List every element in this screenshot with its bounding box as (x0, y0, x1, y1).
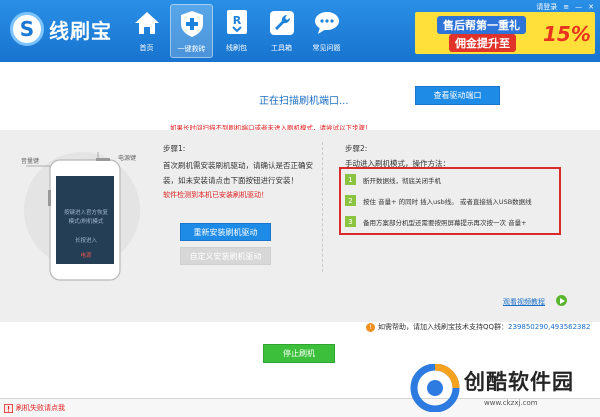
view-port-button[interactable]: 查看驱动端口 (415, 86, 500, 105)
nav-item-rescue[interactable]: 一键救砖 (170, 4, 213, 58)
step1-text: 首次刷机需安装刷机驱动，请确认是否正确安装，如未安装请点击下面按钮进行安装！ (163, 161, 313, 185)
close-icon[interactable]: ✕ (588, 3, 594, 11)
nav-item-toolbox[interactable]: 工具箱 (260, 4, 303, 58)
nav-item-faq[interactable]: 常见问题 (305, 4, 348, 58)
step-text: 备用方案部分机型还需要按照屏幕提示再次按一次 音量+ (363, 218, 527, 227)
rom-package-icon: R (222, 8, 252, 38)
nav-item-rom[interactable]: R 线刷包 (215, 4, 258, 58)
step-number: 3 (345, 216, 356, 227)
step-item: 2 按住 音量+ 的同时 插入usb线。 或者直接插入USB数据线 (345, 195, 532, 206)
step-number: 1 (345, 174, 356, 185)
step1-title: 步骤1: (163, 144, 186, 153)
menu-icon[interactable]: ≡ (563, 3, 569, 11)
minimize-icon[interactable]: — (575, 3, 582, 11)
step2-title: 步骤2: (345, 144, 368, 153)
nav-label-toolbox: 工具箱 (271, 44, 292, 52)
flash-failed-link[interactable]: 刷机失败请点我 (4, 403, 65, 413)
video-tutorial-link[interactable]: 观看视频教程 (503, 297, 545, 307)
volume-key-label: 音量键 (21, 158, 40, 165)
faq-chat-icon (312, 8, 342, 38)
phone-screen-line-2: 模式/刷机模式 (68, 219, 104, 225)
power-key-label: 电源键 (118, 155, 137, 162)
custom-install-driver-button[interactable]: 自定义安装刷机驱动 (180, 247, 271, 265)
promo-line-1: 售后帮第一重礼 (437, 16, 526, 34)
help-line: ! 如需帮助，请加入线刷宝技术支持QQ群： 239850290,49356238… (366, 322, 590, 332)
home-icon (132, 8, 162, 38)
step-number: 2 (345, 195, 356, 206)
steps-highlight-box: 1 断开数据线，彻底关闭手机 2 按住 音量+ 的同时 插入usb线。 或者直接… (339, 167, 561, 235)
step-text: 断开数据线，彻底关闭手机 (363, 176, 441, 185)
driver-detected-text: 软件检测到本机已安装刷机驱动！ (163, 191, 268, 199)
nav-label-home: 首页 (139, 44, 154, 52)
nav-label-faq: 常见问题 (312, 44, 341, 52)
play-icon[interactable] (556, 295, 567, 306)
watermark: 创酷软件园 www.ckzxj.com (408, 360, 600, 417)
top-bar: S 线刷宝 首页 一键救砖 R 线刷包 工具箱 常见问题 请登录 ≡ — ✕ 售… (0, 0, 600, 62)
stop-flash-button[interactable]: 停止刷机 (263, 344, 335, 363)
svg-text:R: R (232, 14, 241, 27)
nav-item-home[interactable]: 首页 (125, 4, 168, 58)
phone-screen-line-1: 按键进入官方恢复 (63, 210, 108, 216)
watermark-url: www.ckzxj.com (484, 399, 538, 407)
help-text: 如需帮助，请加入线刷宝技术支持QQ群： (378, 323, 509, 331)
phone-screen-hint: 电源 (80, 253, 92, 259)
logo-icon: S (10, 12, 44, 46)
info-icon: ! (366, 322, 375, 332)
nav-label-rom: 线刷包 (226, 44, 247, 52)
promo-percent: 15% (543, 22, 591, 46)
login-link[interactable]: 请登录 (536, 2, 557, 12)
app-name: 线刷宝 (49, 18, 112, 43)
flash-failed-text: 刷机失败请点我 (16, 404, 65, 412)
promo-banner[interactable]: 售后帮第一重礼 佣金提升至 15% (415, 12, 595, 54)
step-text: 按住 音量+ 的同时 插入usb线。 或者直接插入USB数据线 (363, 197, 532, 206)
phone-screen-sub: 长按进入 (74, 238, 97, 244)
main-nav: 首页 一键救砖 R 线刷包 工具箱 常见问题 (125, 4, 350, 58)
app-logo: S 线刷宝 (10, 12, 112, 46)
nav-label-rescue: 一键救砖 (177, 45, 206, 53)
promo-line-2: 佣金提升至 (449, 34, 516, 52)
wrench-icon (267, 8, 297, 38)
watermark-logo (410, 364, 460, 412)
step-item: 3 备用方案部分机型还需要按照屏幕提示再次按一次 音量+ (345, 216, 527, 227)
phone-screen-text: 按键进入官方恢复 模式/刷机模式 长按进入 电源 (58, 209, 114, 261)
reinstall-driver-button[interactable]: 重新安装刷机驱动 (180, 223, 271, 241)
qq-group-link[interactable]: 239850290,493562382 (508, 323, 590, 331)
warning-icon (4, 403, 13, 413)
shield-plus-icon (177, 9, 207, 39)
window-controls: 请登录 ≡ — ✕ (530, 2, 594, 12)
panel-divider (322, 142, 323, 272)
scan-status: 正在扫描刷机端口... (259, 96, 349, 107)
step-item: 1 断开数据线，彻底关闭手机 (345, 174, 441, 185)
watermark-title: 创酷软件园 (464, 370, 574, 394)
